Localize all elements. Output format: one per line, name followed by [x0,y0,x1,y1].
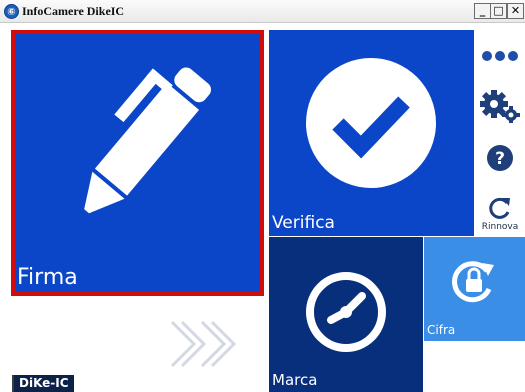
double-chevron-right-icon[interactable] [168,318,248,370]
side-panel: ? Rinnova [475,30,525,236]
close-button[interactable]: ✕ [507,3,524,19]
tile-cifra[interactable]: Cifra [424,237,525,341]
maximize-button[interactable]: □ [490,3,507,19]
more-button[interactable] [475,44,525,68]
minimize-button[interactable]: _ [474,3,491,19]
tile-firma-label: Firma [17,265,78,290]
lock-refresh-icon [452,261,494,303]
title-bar[interactable]: ⑥ InfoCamere DikeIC _ □ ✕ [0,0,525,23]
pen-icon [78,67,211,221]
help-button[interactable]: ? [475,142,525,174]
checkmark-icon [306,58,436,188]
tile-marca[interactable]: Marca [269,237,423,392]
gears-icon [480,90,520,123]
tile-marca-label: Marca [272,371,318,389]
clock-icon [306,272,386,352]
renew-button[interactable]: Rinnova [475,190,525,236]
tile-cifra-label: Cifra [427,323,456,337]
tile-verifica[interactable]: Verifica [269,30,474,236]
more-dots-icon [482,51,518,61]
svg-text:?: ? [495,149,505,169]
refresh-icon [489,197,510,219]
app-logo-icon: ⑥ [4,4,19,19]
help-icon: ? [487,145,513,171]
settings-button[interactable] [475,86,525,126]
tile-verifica-label: Verifica [272,213,335,233]
renew-label: Rinnova [481,221,519,232]
app-name-badge: DiKe-IC [12,375,74,392]
window-title: InfoCamere DikeIC [22,4,125,18]
app-window: ⑥ InfoCamere DikeIC _ □ ✕ Firma Verifica [0,0,525,392]
tile-firma[interactable]: Firma [11,30,264,296]
